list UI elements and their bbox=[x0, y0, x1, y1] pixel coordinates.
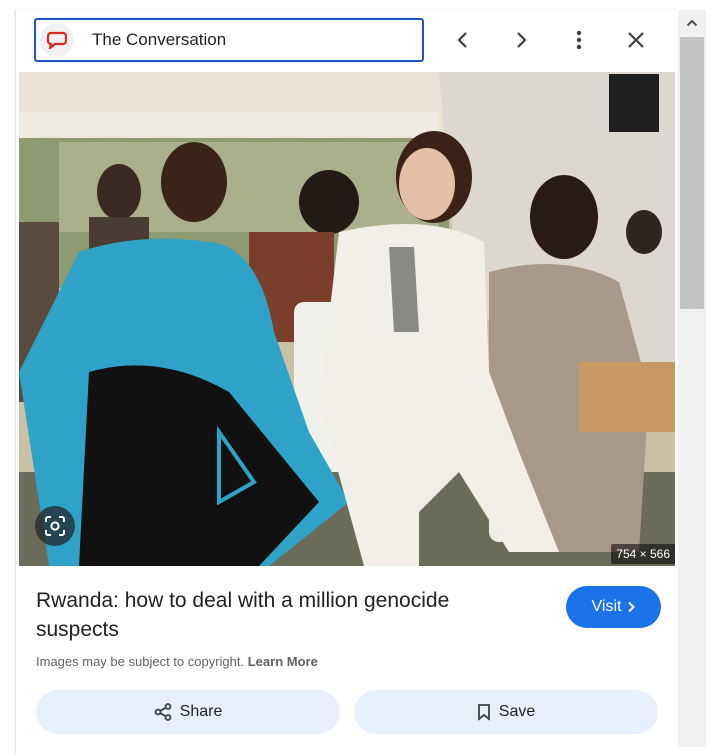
scroll-up-button[interactable] bbox=[678, 10, 706, 36]
visit-label: Visit bbox=[591, 598, 622, 615]
preview-image[interactable]: 754 × 566 bbox=[19, 72, 675, 566]
close-icon bbox=[628, 32, 644, 48]
speech-bubble-icon bbox=[47, 31, 67, 49]
scrollbar[interactable] bbox=[678, 10, 706, 747]
lens-search-button[interactable] bbox=[35, 506, 75, 546]
image-dimensions: 754 × 566 bbox=[611, 544, 675, 564]
bookmark-icon bbox=[477, 704, 490, 721]
source-favicon bbox=[40, 23, 74, 57]
chevron-right-icon bbox=[517, 32, 527, 48]
chevron-right-icon bbox=[628, 601, 636, 613]
share-label: Share bbox=[179, 703, 223, 720]
google-lens-icon bbox=[45, 516, 65, 536]
more-vert-icon bbox=[576, 30, 582, 50]
previous-button[interactable] bbox=[444, 21, 482, 59]
image-viewer-panel: The Conversation 754 × 566 Rwanda: how t… bbox=[15, 10, 678, 755]
result-title[interactable]: Rwanda: how to deal with a million genoc… bbox=[36, 586, 506, 644]
source-link[interactable]: The Conversation bbox=[34, 18, 424, 62]
close-button[interactable] bbox=[617, 21, 655, 59]
copyright-notice: Images may be subject to copyright. Lear… bbox=[36, 654, 318, 669]
copyright-text: Images may be subject to copyright. bbox=[36, 654, 245, 669]
chevron-up-icon bbox=[686, 19, 698, 27]
viewer-toolbar: The Conversation bbox=[16, 10, 678, 72]
save-label: Save bbox=[498, 703, 536, 720]
more-options-button[interactable] bbox=[560, 21, 598, 59]
photo-illustration bbox=[19, 72, 675, 566]
share-button[interactable]: Share bbox=[36, 690, 340, 734]
chevron-left-icon bbox=[457, 32, 467, 48]
scroll-thumb[interactable] bbox=[680, 37, 704, 309]
source-name: The Conversation bbox=[92, 30, 227, 49]
learn-more-link[interactable]: Learn More bbox=[248, 654, 318, 669]
save-button[interactable]: Save bbox=[354, 690, 658, 734]
share-icon bbox=[154, 703, 172, 721]
next-button[interactable] bbox=[502, 21, 540, 59]
visit-button[interactable]: Visit bbox=[566, 586, 661, 628]
